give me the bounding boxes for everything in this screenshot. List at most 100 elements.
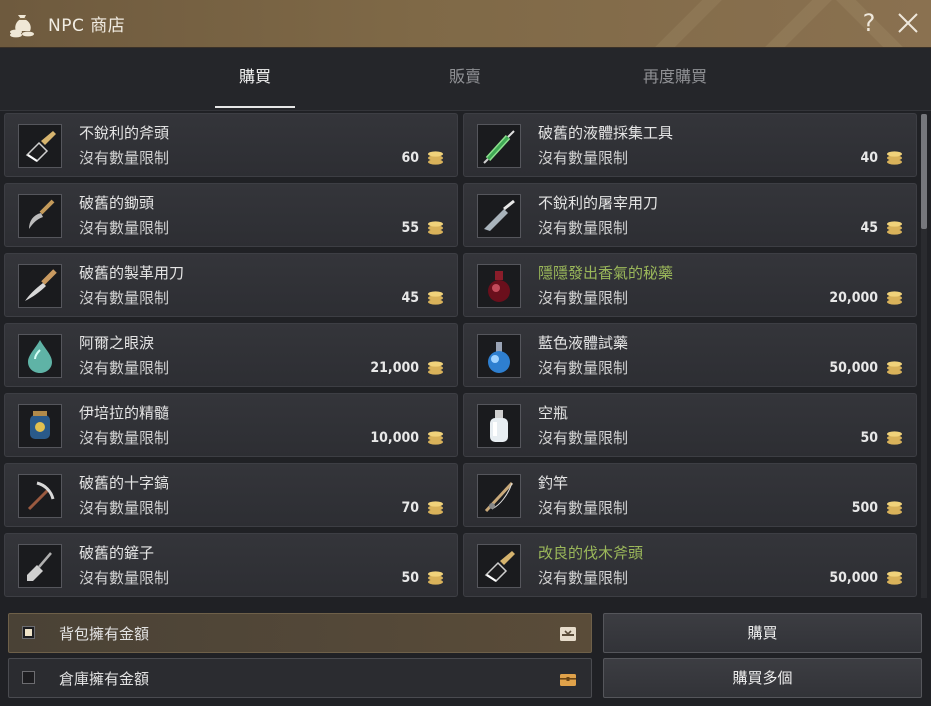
title-bar[interactable]: NPC 商店 ? <box>0 0 931 48</box>
shop-item[interactable]: 破舊的十字鎬 沒有數量限制 70 <box>4 463 458 527</box>
item-name: 阿爾之眼淚 <box>79 334 155 352</box>
item-price: 40 <box>860 150 878 166</box>
pickaxe-icon <box>19 475 61 517</box>
item-name: 不銳利的斧頭 <box>79 124 170 142</box>
item-price: 20,000 <box>829 290 878 306</box>
coin-icon <box>887 291 902 305</box>
item-limit: 沒有數量限制 <box>538 149 629 167</box>
axe-head-icon <box>19 125 61 167</box>
item-name: 破舊的液體採集工具 <box>538 124 674 142</box>
close-icon[interactable] <box>895 10 921 36</box>
item-icon-slot <box>18 194 62 238</box>
coin-icon <box>887 571 902 585</box>
coin-icon <box>428 571 443 585</box>
item-icon-slot <box>477 124 521 168</box>
inventory-icon <box>560 627 576 641</box>
coin-icon <box>428 291 443 305</box>
item-limit: 沒有數量限制 <box>79 289 170 307</box>
shop-item[interactable]: 藍色液體試藥 沒有數量限制 50,000 <box>463 323 917 387</box>
red-potion-icon <box>478 265 520 307</box>
storage-money-radio[interactable] <box>22 671 35 684</box>
coin-icon <box>887 431 902 445</box>
item-name: 改良的伐木斧頭 <box>538 544 644 562</box>
item-name: 伊培拉的精髓 <box>79 404 170 422</box>
shop-item[interactable]: 破舊的液體採集工具 沒有數量限制 40 <box>463 113 917 177</box>
item-icon-slot <box>18 334 62 378</box>
item-icon-slot <box>18 124 62 168</box>
coin-icon <box>428 501 443 515</box>
item-price: 50 <box>401 570 419 586</box>
storage-chest-icon <box>560 674 576 686</box>
item-price: 50,000 <box>829 570 878 586</box>
item-price: 60 <box>401 150 419 166</box>
shop-item[interactable]: 伊培拉的精髓 沒有數量限制 10,000 <box>4 393 458 457</box>
shop-item[interactable]: 隱隱發出香氣的秘藥 沒有數量限制 20,000 <box>463 253 917 317</box>
item-icon-slot <box>18 474 62 518</box>
shop-item[interactable]: 破舊的鋤頭 沒有數量限制 55 <box>4 183 458 247</box>
item-limit: 沒有數量限制 <box>79 219 170 237</box>
teardrop-icon <box>19 335 61 377</box>
shovel-icon <box>19 545 61 587</box>
tab-buy[interactable]: 購買 <box>215 48 295 108</box>
coin-icon <box>887 151 902 165</box>
shop-item[interactable]: 破舊的鏟子 沒有數量限制 50 <box>4 533 458 597</box>
butcher-knife-icon <box>478 195 520 237</box>
shop-item[interactable]: 改良的伐木斧頭 沒有數量限制 50,000 <box>463 533 917 597</box>
buy-multiple-button[interactable]: 購買多個 <box>603 658 922 698</box>
shop-item[interactable]: 不銳利的屠宰用刀 沒有數量限制 45 <box>463 183 917 247</box>
tab-buyback[interactable]: 再度購買 <box>625 48 725 108</box>
syringe-icon <box>478 125 520 167</box>
fishing-rod-icon <box>478 475 520 517</box>
item-icon-slot <box>477 334 521 378</box>
blue-flask-icon <box>478 335 520 377</box>
item-list: 不銳利的斧頭 沒有數量限制 60 破舊的液體採集工具 沒有數量限制 40 破舊的鋤頭 沒有數量… <box>0 111 931 603</box>
item-limit: 沒有數量限制 <box>538 219 629 237</box>
hoe-icon <box>19 195 61 237</box>
shop-item[interactable]: 空瓶沒有數量限制 50 <box>463 393 917 457</box>
shop-item[interactable]: 不銳利的斧頭 沒有數量限制 60 <box>4 113 458 177</box>
item-limit: 沒有數量限制 <box>79 149 170 167</box>
tab-sell[interactable]: 販賣 <box>425 48 505 108</box>
item-limit: 沒有數量限制 <box>538 569 629 587</box>
inventory-money-label: 背包擁有金額 <box>59 625 150 643</box>
item-icon-slot <box>18 404 62 448</box>
item-limit: 沒有數量限制 <box>538 499 629 517</box>
scrollbar[interactable] <box>921 114 927 598</box>
money-bag-icon <box>10 15 34 38</box>
item-name: 破舊的鋤頭 <box>79 194 155 212</box>
buy-button[interactable]: 購買 <box>603 613 922 653</box>
storage-money-label: 倉庫擁有金額 <box>59 670 150 688</box>
shop-item[interactable]: 破舊的製革用刀 沒有數量限制 45 <box>4 253 458 317</box>
item-limit: 沒有數量限制 <box>538 359 629 377</box>
empty-bottle-icon <box>478 405 520 447</box>
coin-icon <box>428 221 443 235</box>
item-name: 隱隱發出香氣的秘藥 <box>538 264 674 282</box>
item-icon-slot <box>18 264 62 308</box>
item-icon-slot <box>477 544 521 588</box>
item-icon-slot <box>477 474 521 518</box>
item-limit: 沒有數量限制 <box>79 569 170 587</box>
scrollbar-thumb[interactable] <box>921 114 927 229</box>
coin-icon <box>428 431 443 445</box>
item-price: 50 <box>860 430 878 446</box>
storage-money-option[interactable]: 倉庫擁有金額 <box>8 658 592 698</box>
item-price: 50,000 <box>829 360 878 376</box>
shop-item[interactable]: 釣竿 沒有數量限制 500 <box>463 463 917 527</box>
item-price: 45 <box>401 290 419 306</box>
tanning-knife-icon <box>19 265 61 307</box>
item-name: 破舊的十字鎬 <box>79 474 170 492</box>
item-name: 破舊的製革用刀 <box>79 264 185 282</box>
item-name: 空瓶 <box>538 404 569 422</box>
item-icon-slot <box>477 194 521 238</box>
item-limit: 沒有數量限制 <box>538 429 629 447</box>
item-limit: 沒有數量限制 <box>79 429 170 447</box>
inventory-money-radio[interactable] <box>22 626 35 639</box>
coin-icon <box>428 151 443 165</box>
help-button[interactable]: ? <box>856 7 882 39</box>
item-limit: 沒有數量限制 <box>538 289 629 307</box>
coin-icon <box>887 361 902 375</box>
shop-item[interactable]: 阿爾之眼淚 沒有數量限制 21,000 <box>4 323 458 387</box>
item-name: 釣竿 <box>538 474 569 492</box>
item-icon-slot <box>477 264 521 308</box>
inventory-money-option[interactable]: 背包擁有金額 <box>8 613 592 653</box>
